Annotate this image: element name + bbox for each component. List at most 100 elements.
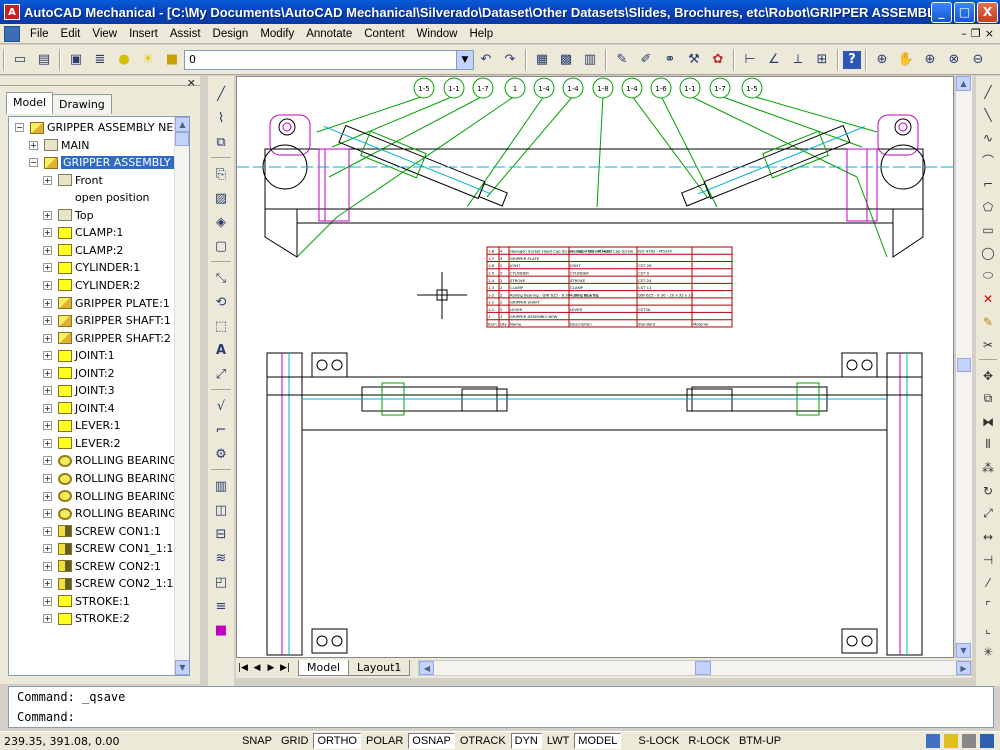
scroll-left-icon[interactable]: ◀ [419, 661, 435, 675]
communication-icon[interactable] [926, 734, 940, 748]
expand-icon[interactable]: + [43, 298, 52, 308]
expand-icon[interactable]: + [43, 421, 52, 431]
monitor-icon[interactable]: ▣ [65, 49, 87, 71]
menu-modify[interactable]: Modify [254, 28, 300, 40]
tree-item[interactable]: + LEVER:2 [43, 435, 121, 452]
fillet-icon[interactable]: ⌐ [210, 420, 232, 440]
tree-item[interactable]: + ROLLING BEARING1 [43, 470, 184, 487]
tree-item[interactable]: + STROKE:2 [43, 610, 130, 627]
tree-item[interactable]: + CYLINDER:2 [43, 277, 140, 294]
zoom-in-icon[interactable]: ⊕ [919, 49, 941, 71]
command-prompt[interactable]: Command: [9, 707, 993, 727]
expand-icon[interactable]: + [43, 368, 52, 378]
expand-icon[interactable]: + [43, 403, 52, 413]
fillet-tool-icon[interactable]: ⌞ [977, 619, 999, 638]
rectangle-icon[interactable]: ▢ [210, 236, 232, 256]
calc-icon[interactable]: ⊞ [811, 49, 833, 71]
scroll-up-icon[interactable]: ▲ [956, 76, 971, 91]
expand-icon[interactable]: + [43, 263, 52, 273]
canvas-scroll-thumb[interactable] [957, 358, 971, 372]
tab-layout1[interactable]: Layout1 [348, 660, 411, 676]
zoom-previous-icon[interactable]: ⊖ [967, 49, 989, 71]
construction-line-icon[interactable]: ╲ [977, 105, 999, 124]
app-icon[interactable]: A [4, 4, 20, 20]
open-file-icon[interactable]: ▤ [33, 49, 55, 71]
tree-item[interactable]: + MAIN [29, 137, 90, 154]
menu-assist[interactable]: Assist [164, 28, 207, 40]
status-toggle-otrack[interactable]: OTRACK [456, 733, 510, 749]
lightbulb-icon[interactable]: ● [113, 49, 135, 71]
tree-item[interactable]: + SCREW CON2:1 [43, 558, 161, 575]
menu-annotate[interactable]: Annotate [300, 28, 358, 40]
extend-icon[interactable]: ⊣ [977, 550, 999, 569]
status-toggle-btm-up[interactable]: BTM-UP [735, 733, 785, 749]
stretch-tool-icon[interactable]: ↔ [977, 527, 999, 546]
menu-view[interactable]: View [86, 28, 123, 40]
tree-item[interactable]: + JOINT:1 [43, 347, 115, 364]
spring-icon[interactable]: ≋ [210, 548, 232, 568]
rotate-tool-icon[interactable]: ↻ [977, 481, 999, 500]
table-icon[interactable]: ▦ [531, 49, 553, 71]
gear-icon[interactable]: ⚙ [210, 444, 232, 464]
expand-icon[interactable]: + [43, 614, 52, 624]
tree-item[interactable]: + Top [43, 207, 94, 224]
text-icon[interactable]: A [210, 340, 232, 360]
chevron-down-icon[interactable]: ▼ [456, 50, 473, 69]
zoom-extents-icon[interactable]: ⊗ [943, 49, 965, 71]
expand-icon[interactable]: + [29, 140, 38, 150]
status-toggle-osnap[interactable]: OSNAP [408, 733, 455, 749]
expand-icon[interactable]: + [43, 596, 52, 606]
expand-icon[interactable]: + [43, 175, 52, 185]
explode-icon[interactable]: ✳ [977, 642, 999, 661]
arc-icon[interactable]: ⌒ [977, 151, 999, 170]
tree-item[interactable]: + ROLLING BEARING1 [43, 452, 184, 469]
angle-icon[interactable]: ∠ [763, 49, 785, 71]
stretch-icon[interactable]: ⤢ [210, 364, 232, 384]
rect-tool-icon[interactable]: ▭ [977, 220, 999, 239]
scale-tool-icon[interactable]: ⤢ [977, 504, 999, 523]
close-button[interactable]: X [977, 1, 998, 23]
mdi-minimize-button[interactable]: – [961, 27, 967, 40]
redo-icon[interactable]: ↷ [499, 49, 521, 71]
expand-icon[interactable]: + [43, 561, 52, 571]
line-icon[interactable]: ╱ [210, 84, 232, 104]
array-icon[interactable]: ⁂ [977, 458, 999, 477]
erase-icon[interactable]: ✕ [977, 289, 999, 308]
copy-icon[interactable]: ⎘ [210, 164, 232, 184]
canvas-vertical-scrollbar[interactable]: ▲ ▼ [955, 76, 972, 658]
expand-icon[interactable]: + [43, 351, 52, 361]
color-icon[interactable]: ■ [210, 620, 232, 640]
expand-icon[interactable]: + [43, 228, 52, 238]
tree-item[interactable]: + JOINT:4 [43, 400, 115, 417]
tree-item[interactable]: + STROKE:1 [43, 593, 130, 610]
expand-icon[interactable]: + [43, 474, 52, 483]
tab-model-layout[interactable]: Model [298, 660, 350, 676]
expand-icon[interactable]: + [43, 509, 52, 519]
expand-icon[interactable]: + [43, 526, 52, 536]
tree-item[interactable]: + GRIPPER PLATE:1 [43, 295, 170, 312]
pencil-icon[interactable]: ✎ [611, 49, 633, 71]
coordinate-readout[interactable]: 239.35, 391.08, 0.00 [0, 735, 238, 748]
menu-help[interactable]: Help [463, 28, 499, 40]
scroll-down-icon[interactable]: ▼ [956, 643, 971, 658]
prev-tab-icon[interactable]: ◀ [250, 661, 264, 675]
line-tool-icon[interactable]: ╱ [977, 82, 999, 101]
zoom-window-icon[interactable]: ⊕ [871, 49, 893, 71]
expand-icon[interactable]: + [43, 210, 52, 220]
next-tab-icon[interactable]: ▶ [264, 661, 278, 675]
menu-insert[interactable]: Insert [123, 28, 164, 40]
status-toggle-ortho[interactable]: ORTHO [313, 733, 361, 749]
document-icon[interactable] [4, 25, 20, 42]
tree-item[interactable]: + ROLLING BEARING1 [43, 488, 184, 505]
offset-icon[interactable]: ⫴ [977, 435, 999, 454]
layers-icon[interactable]: ≣ [89, 49, 111, 71]
collapse-icon[interactable]: − [29, 158, 38, 168]
canvas-horizontal-scrollbar[interactable]: ◀ ▶ [418, 660, 972, 676]
status-toggle-snap[interactable]: SNAP [238, 733, 276, 749]
lock-icon[interactable]: ■ [161, 49, 183, 71]
polygon-icon[interactable]: ⬠ [977, 197, 999, 216]
browser-close-icon[interactable]: × [187, 76, 196, 89]
tree-item[interactable]: + CLAMP:2 [43, 242, 123, 259]
expand-icon[interactable]: + [43, 544, 52, 554]
expand-icon[interactable]: + [43, 280, 52, 290]
